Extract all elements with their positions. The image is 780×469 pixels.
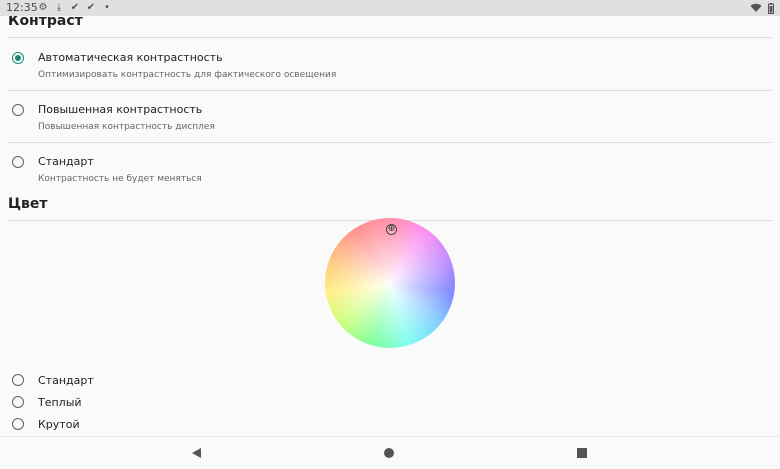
status-bar: 12:35 ⚙ ⤓ ✔ ✔ • xyxy=(0,0,780,16)
radio-button[interactable] xyxy=(12,104,24,116)
radio-button[interactable] xyxy=(12,156,24,168)
battery-icon xyxy=(768,2,774,14)
radio-button-checked[interactable] xyxy=(12,52,24,64)
status-notification-icons: ⚙ ⤓ ✔ ✔ • xyxy=(38,2,112,14)
divider xyxy=(8,37,772,38)
color-wheel-marker[interactable]: ⊕ xyxy=(386,224,397,235)
section-title-contrast: Контраст xyxy=(8,16,83,29)
gear-icon: ⚙ xyxy=(38,2,48,13)
radio-button[interactable] xyxy=(12,418,24,430)
option-title: Крутой xyxy=(38,418,80,431)
option-title: Автоматическая контрастность xyxy=(38,51,223,64)
option-title: Повышенная контрастность xyxy=(38,103,203,116)
home-icon[interactable] xyxy=(384,448,394,458)
option-subtitle: Повышенная контрастность дисплея xyxy=(38,122,215,132)
section-title-color: Цвет xyxy=(8,196,48,212)
navigation-bar xyxy=(0,436,780,469)
option-subtitle: Контрастность не будет меняться xyxy=(38,174,202,184)
wifi-icon xyxy=(750,3,762,12)
status-system-icons xyxy=(750,2,774,14)
radio-button[interactable] xyxy=(12,374,24,386)
check-icon: ✔ xyxy=(70,2,80,13)
check-icon: ✔ xyxy=(86,2,96,13)
color-wheel[interactable] xyxy=(325,218,455,348)
dot-icon: • xyxy=(104,2,110,13)
back-icon[interactable] xyxy=(192,448,201,458)
status-time: 12:35 xyxy=(6,1,38,14)
option-title: Стандарт xyxy=(38,374,94,387)
radio-button[interactable] xyxy=(12,396,24,408)
divider xyxy=(8,142,772,143)
recents-icon[interactable] xyxy=(577,448,587,458)
divider xyxy=(8,90,772,91)
download-icon: ⤓ xyxy=(56,2,62,13)
option-title: Стандарт xyxy=(38,155,94,168)
option-subtitle: Оптимизировать контрастность для фактиче… xyxy=(38,70,337,80)
option-title: Теплый xyxy=(38,396,82,409)
